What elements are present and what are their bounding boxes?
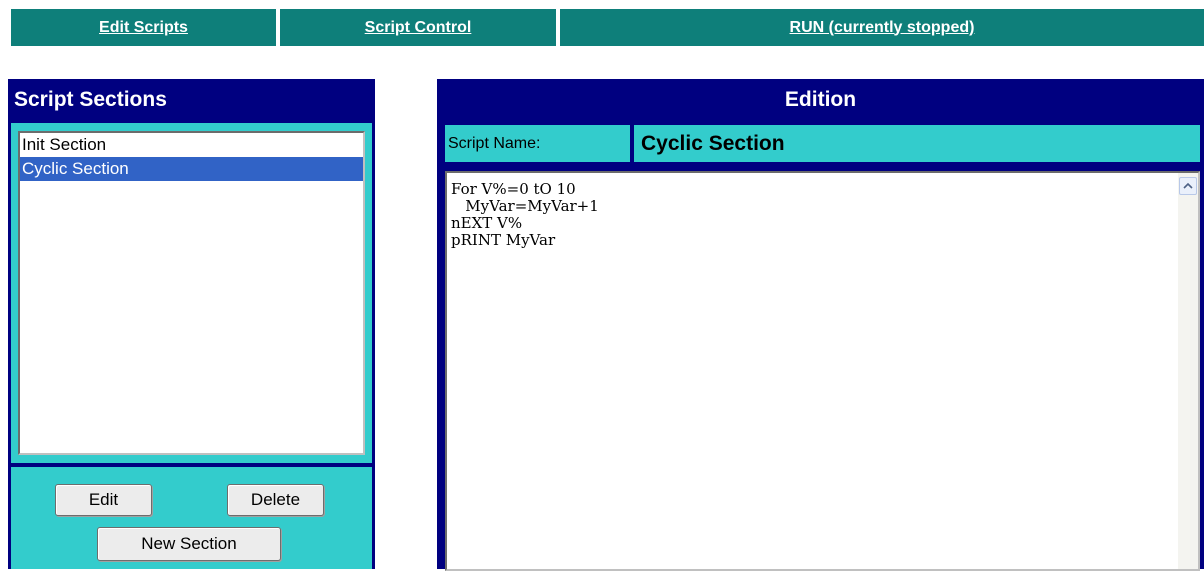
sections-listbox[interactable]: Init Section Cyclic Section [18,131,365,455]
sections-list-area: Init Section Cyclic Section [11,123,372,463]
script-control-link[interactable]: Script Control [365,19,472,37]
edition-panel: Edition Script Name: Cyclic Section For … [437,79,1204,571]
edit-button[interactable]: Edit [55,484,152,516]
script-editor[interactable]: For V%=0 tO 10 MyVar=MyVar+1 nEXT V% pRI… [445,171,1200,571]
list-item-cyclic-section[interactable]: Cyclic Section [20,157,363,181]
script-name-label: Script Name: [445,125,630,162]
tab-run: RUN (currently stopped) [560,9,1204,46]
edit-scripts-link[interactable]: Edit Scripts [99,19,188,37]
scroll-up-button[interactable] [1179,177,1197,195]
delete-button[interactable]: Delete [227,484,324,516]
sections-button-area: Edit Delete New Section [11,467,372,569]
chevron-up-icon [1183,182,1193,189]
script-name-value: Cyclic Section [634,125,1200,162]
new-section-button[interactable]: New Section [97,527,281,561]
editor-scrollbar[interactable] [1178,173,1198,569]
edition-title: Edition [784,88,857,111]
script-sections-panel: Script Sections Init Section Cyclic Sect… [8,79,375,569]
script-sections-title: Script Sections [14,88,167,111]
run-link[interactable]: RUN (currently stopped) [790,19,975,37]
tab-script-control: Script Control [280,9,556,46]
tab-edit-scripts: Edit Scripts [11,9,276,46]
script-editor-text[interactable]: For V%=0 tO 10 MyVar=MyVar+1 nEXT V% pRI… [451,181,599,249]
list-item-init-section[interactable]: Init Section [20,133,363,157]
